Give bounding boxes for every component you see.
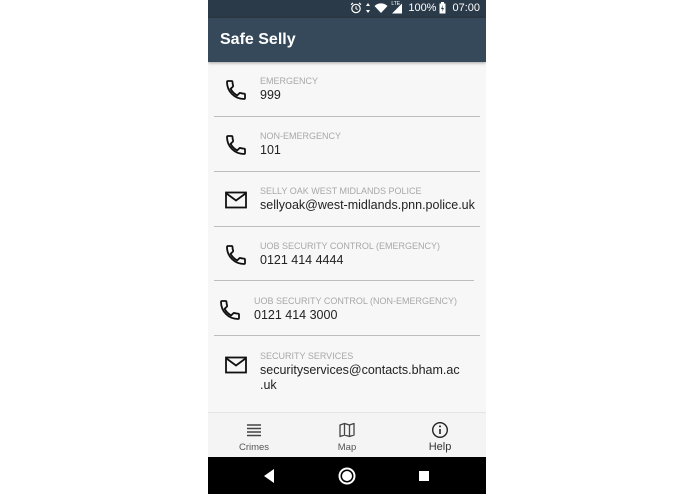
contact-value: securityservices@contacts.bham.ac .uk bbox=[260, 363, 470, 393]
nav-item-help[interactable]: Help bbox=[394, 413, 486, 458]
contact-item-uob-security-emergency[interactable]: UOB SECURITY CONTROL (EMERGENCY) 0121 41… bbox=[214, 227, 480, 281]
battery-icon bbox=[439, 2, 446, 14]
alarm-icon bbox=[350, 2, 362, 14]
clock-time: 07:00 bbox=[452, 2, 480, 14]
signal-icon: LTE bbox=[391, 0, 403, 14]
contact-item-security-services[interactable]: SECURITY SERVICES securityservices@conta… bbox=[214, 337, 480, 407]
system-navigation-bar bbox=[208, 457, 486, 494]
wifi-icon bbox=[374, 2, 388, 14]
network-type-label: LTE bbox=[391, 0, 401, 7]
nav-item-map[interactable]: Map bbox=[301, 413, 393, 458]
contact-value-line: .uk bbox=[260, 378, 277, 392]
info-icon bbox=[431, 421, 449, 439]
contact-value: 0121 414 3000 bbox=[254, 308, 338, 322]
mail-icon bbox=[224, 188, 248, 212]
app-bar: Safe Selly bbox=[208, 18, 486, 62]
phone-screen: LTE 100% 07:00 Safe Selly EMERGENCY 999 bbox=[208, 0, 486, 494]
contact-item-emergency[interactable]: EMERGENCY 999 bbox=[214, 62, 480, 116]
contact-value-line: securityservices@contacts.bham.ac bbox=[260, 363, 460, 377]
status-bar: LTE 100% 07:00 bbox=[208, 0, 486, 18]
divider bbox=[214, 335, 480, 336]
phone-icon bbox=[218, 298, 242, 322]
contact-label: NON-EMERGENCY bbox=[260, 131, 342, 141]
app-title: Safe Selly bbox=[220, 31, 296, 48]
contact-list[interactable]: EMERGENCY 999 NON-EMERGENCY 101 SELLY OA… bbox=[208, 62, 486, 412]
nav-label: Map bbox=[337, 442, 357, 453]
contact-label: SELLY OAK WEST MIDLANDS POLICE bbox=[260, 186, 422, 196]
contact-label: UOB SECURITY CONTROL (NON-EMERGENCY) bbox=[254, 296, 458, 306]
list-icon bbox=[245, 421, 263, 439]
contact-item-selly-oak-police[interactable]: SELLY OAK WEST MIDLANDS POLICE sellyoak@… bbox=[214, 172, 480, 226]
contact-value: 101 bbox=[260, 143, 281, 157]
phone-icon bbox=[224, 243, 248, 267]
battery-percent: 100% bbox=[408, 2, 437, 14]
bottom-navigation: Crimes Map Help bbox=[208, 412, 486, 458]
contact-label: SECURITY SERVICES bbox=[260, 351, 354, 361]
data-transfer-icon bbox=[365, 2, 371, 14]
nav-item-crimes[interactable]: Crimes bbox=[208, 413, 300, 458]
home-icon[interactable] bbox=[337, 466, 357, 486]
back-icon[interactable] bbox=[260, 466, 280, 486]
nav-label: Help bbox=[428, 441, 452, 453]
contact-value: 999 bbox=[260, 88, 281, 102]
map-icon bbox=[338, 421, 356, 439]
phone-icon bbox=[224, 133, 248, 157]
contact-label: EMERGENCY bbox=[260, 76, 319, 86]
contact-value: 0121 414 4444 bbox=[260, 253, 344, 267]
mail-icon bbox=[224, 353, 248, 377]
contact-value: sellyoak@west-midlands.pnn.police.uk bbox=[260, 198, 475, 212]
contact-label: UOB SECURITY CONTROL (EMERGENCY) bbox=[260, 241, 441, 251]
nav-label: Crimes bbox=[238, 442, 270, 453]
contact-item-non-emergency[interactable]: NON-EMERGENCY 101 bbox=[214, 117, 480, 171]
recents-icon[interactable] bbox=[414, 466, 434, 486]
divider bbox=[214, 280, 474, 281]
phone-icon bbox=[224, 78, 248, 102]
contact-item-uob-security-non-emergency[interactable]: UOB SECURITY CONTROL (NON-EMERGENCY) 012… bbox=[208, 282, 474, 336]
